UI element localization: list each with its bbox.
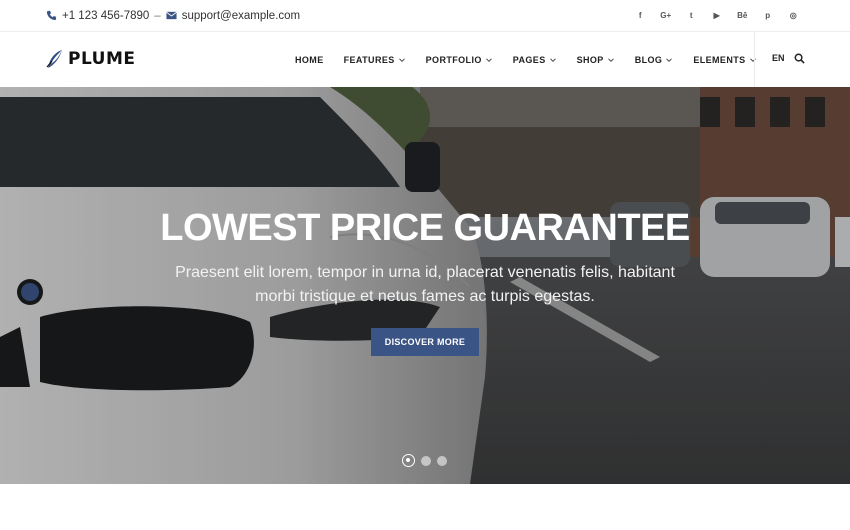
behance-icon[interactable]: Bē (730, 11, 756, 20)
phone-icon (46, 10, 57, 21)
header-divider (754, 32, 755, 87)
nav-item-pages[interactable]: PAGES (513, 55, 557, 65)
nav-label: ELEMENTS (693, 54, 746, 65)
chevron-down-icon (485, 57, 492, 62)
language-switcher[interactable]: EN (772, 53, 785, 63)
contact-separator: – (154, 9, 161, 22)
slider-dot-active[interactable] (402, 454, 415, 467)
discover-more-button[interactable]: DISCOVER MORE (371, 328, 479, 356)
hero-title: LOWEST PRICE GUARANTEE (160, 207, 690, 249)
logo-text: PLUME (68, 49, 136, 69)
chevron-down-icon (549, 57, 556, 62)
social-links: f G+ t ▶ Bē p ◎ (628, 0, 807, 31)
nav-item-elements[interactable]: ELEMENTS (693, 55, 756, 65)
nav-item-portfolio[interactable]: PORTFOLIO (426, 55, 493, 65)
nav-label: PORTFOLIO (425, 54, 482, 65)
twitter-icon[interactable]: t (679, 11, 705, 20)
nav-label: SHOP (576, 54, 604, 65)
logo[interactable]: PLUME (46, 48, 136, 70)
nav-item-blog[interactable]: BLOG (635, 55, 674, 65)
slider-pagination (402, 454, 453, 467)
dribbble-icon[interactable]: ◎ (781, 11, 807, 20)
main-header: PLUME HOME FEATURES PORTFOLIO PAGES SHOP… (0, 32, 850, 87)
hero-subtitle: Praesent elit lorem, tempor in urna id, … (175, 264, 675, 305)
nav-item-home[interactable]: HOME (295, 55, 324, 65)
chevron-down-icon (398, 57, 405, 62)
envelope-icon (165, 11, 177, 20)
facebook-icon[interactable]: f (628, 11, 654, 20)
chevron-down-icon (749, 57, 756, 62)
contact-info: +1 123 456-7890 – support@example.com (46, 0, 300, 31)
hero-slider: LOWEST PRICE GUARANTEE Praesent elit lor… (0, 87, 850, 484)
email-address[interactable]: support@example.com (182, 10, 300, 22)
nav-label: BLOG (634, 54, 663, 65)
nav-label: HOME (295, 54, 324, 65)
feather-logo-icon (46, 50, 62, 68)
chevron-down-icon (666, 57, 673, 62)
slider-dot[interactable] (437, 455, 447, 466)
nav-label: FEATURES (343, 54, 395, 65)
google-plus-icon[interactable]: G+ (653, 11, 679, 20)
youtube-icon[interactable]: ▶ (704, 11, 730, 20)
top-bar: +1 123 456-7890 – support@example.com f … (0, 0, 850, 32)
nav-item-features[interactable]: FEATURES (344, 55, 406, 65)
main-nav: HOME FEATURES PORTFOLIO PAGES SHOP BLOG … (295, 32, 777, 87)
phone-number[interactable]: +1 123 456-7890 (62, 10, 149, 22)
nav-item-shop[interactable]: SHOP (577, 55, 615, 65)
search-icon[interactable] (794, 53, 805, 64)
nav-label: PAGES (512, 54, 546, 65)
chevron-down-icon (607, 57, 614, 62)
pinterest-icon[interactable]: p (755, 11, 781, 20)
slider-dot[interactable] (421, 455, 431, 466)
